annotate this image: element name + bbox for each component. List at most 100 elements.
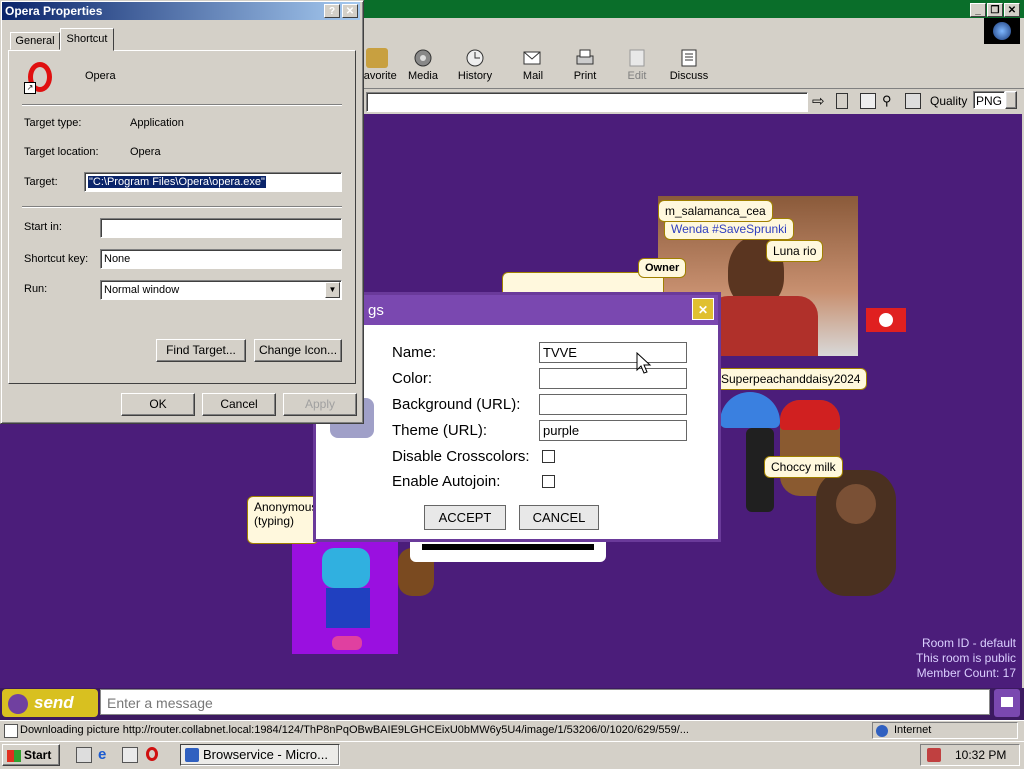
tray-icon[interactable] [927,748,941,762]
windows-flag-icon [7,749,21,762]
close-button[interactable]: ✕ [1004,3,1020,17]
desktop-icon[interactable] [76,747,92,763]
chevron-down-icon[interactable]: ▼ [325,282,340,298]
tab-shortcut[interactable]: Shortcut [60,28,114,51]
cancel-button[interactable]: Cancel [202,393,276,416]
chat-bubble: Luna rio [766,240,824,262]
message-input[interactable]: Enter a message [100,689,990,715]
target-field[interactable]: "C:\Program Files\Opera\opera.exe" [84,172,342,192]
find-target-button[interactable]: Find Target... [156,339,246,362]
toolbar-media[interactable]: Media [398,48,448,82]
toolbar-discuss[interactable]: Discuss [664,48,714,82]
discuss-icon [681,49,697,67]
enable-autojoin-checkbox[interactable] [542,475,555,488]
history-icon [466,49,484,67]
ie-icon[interactable]: e [98,746,106,763]
taskbar: Start e Browservice - Micro... 10:32 PM [0,741,1024,769]
status-bar: Downloading picture http://router.collab… [0,720,1024,742]
app-name: Opera [85,70,116,82]
flag-icon [866,308,906,332]
help-button[interactable]: ? [324,4,340,18]
start-in-field[interactable] [100,218,342,238]
dialog-close-button[interactable]: ✕ [342,4,358,18]
task-browservice[interactable]: Browservice - Micro... [180,744,340,766]
go-arrow-icon[interactable]: ⇨ [812,92,825,110]
disable-crosscolors-label: Disable Crosscolors: [392,448,530,465]
accept-button[interactable]: ACCEPT [424,505,506,530]
toolbar-print[interactable]: Print [560,48,610,82]
clipboard-icon[interactable] [905,93,921,109]
opera-icon[interactable] [146,747,158,761]
background-field[interactable] [539,394,687,415]
room-id: Room ID - default [921,636,1016,650]
globe-icon [876,725,888,737]
disable-crosscolors-checkbox[interactable] [542,450,555,463]
toolbar-mail[interactable]: Mail [508,48,558,82]
system-tray: 10:32 PM [920,744,1020,766]
minimize-button[interactable]: _ [970,3,986,17]
chat-bubble: m_salamanca_cea [658,200,773,222]
dialog-titlebar: Opera Properties ? ✕ [2,2,360,20]
dialog-title: Opera Properties [5,4,103,18]
status-text: Downloading picture http://router.collab… [20,724,689,736]
windows-logo-throbber [984,18,1020,44]
address-input[interactable] [366,92,808,112]
quality-label: Quality [930,94,968,108]
chat-bubble-typing: Anonymous (typing) [247,496,319,544]
target-type-value: Application [130,117,184,129]
name-field[interactable]: TVVE [539,342,687,363]
outlook-icon[interactable] [122,747,138,763]
run-select[interactable]: Normal window ▼ [100,280,342,300]
target-location-label: Target location: [24,146,99,158]
member-count: Member Count: 17 [916,666,1016,680]
theme-label: Theme (URL): [392,422,488,439]
background-label: Background (URL): [392,396,521,413]
start-in-label: Start in: [24,221,62,233]
bookmark-icon[interactable] [836,93,848,109]
send-button[interactable]: send [2,689,98,717]
enable-autojoin-label: Enable Autojoin: [392,473,501,490]
favorites-icon [366,48,388,68]
clock: 10:32 PM [955,748,1007,762]
media-icon [414,49,432,67]
opera-app-icon: ↗ [24,62,56,94]
toolbar-edit[interactable]: Edit [612,48,662,82]
ok-button[interactable]: OK [121,393,195,416]
room-visibility: This room is public [915,651,1016,665]
room-settings-title: gs [368,302,384,319]
change-icon-button[interactable]: Change Icon... [254,339,342,362]
quality-spinner[interactable] [1005,91,1017,109]
avatar-character [292,540,398,654]
chat-bubble: Choccy milk [764,456,843,478]
security-zone: Internet [894,724,932,736]
theme-field[interactable]: purple [539,420,687,441]
page-icon [4,724,18,738]
buddy-icon [8,693,28,714]
attach-button[interactable] [994,689,1020,717]
target-label: Target: [24,176,58,188]
separator [22,206,342,208]
apply-button[interactable]: Apply [283,393,357,416]
toolbar-history[interactable]: History [450,48,500,82]
zoom-icon[interactable] [860,93,876,109]
avatar-ape [816,470,896,596]
tab-general[interactable]: General [10,32,60,50]
quality-select[interactable]: PNG [973,91,1005,109]
shortcut-key-label: Shortcut key: [24,253,89,265]
owner-badge: Owner [638,258,687,278]
start-button[interactable]: Start [2,744,60,766]
cancel-button[interactable]: CANCEL [519,505,599,530]
room-settings-dialog [313,292,721,542]
color-field[interactable] [539,368,687,389]
chat-bubble-partial [410,542,606,562]
find-icon[interactable]: ⚲ [882,93,892,109]
ie-task-icon [185,748,199,762]
target-selected-text: "C:\Program Files\Opera\opera.exe" [88,176,266,188]
tab-panel [8,50,356,384]
close-icon[interactable]: ✕ [692,298,714,320]
separator [22,104,342,106]
shortcut-key-field[interactable]: None [100,249,342,269]
restore-button[interactable]: ❐ [987,3,1003,17]
color-label: Color: [392,370,433,387]
target-location-value: Opera [130,146,161,158]
